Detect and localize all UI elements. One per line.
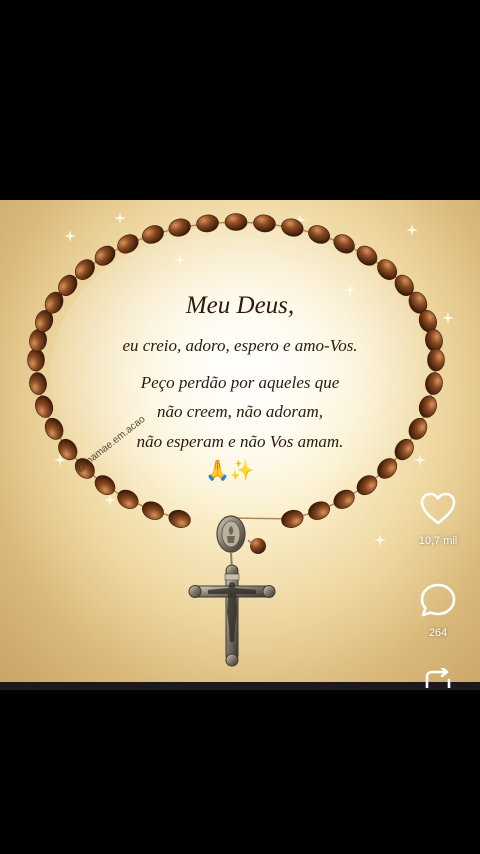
repost-icon [425,666,451,690]
rosary-bead [29,372,47,395]
prayer-line-3: não creem, não adoram, [156,402,324,421]
like-button[interactable]: 10,7 mil [416,492,460,547]
comment-button[interactable]: 264 [416,582,460,639]
post-image[interactable]: @mamae.em.acao Meu Deus, eu creio, adoro… [0,200,480,682]
sparkle [406,224,418,236]
crucifix [188,564,276,667]
prayer-line-1: eu creio, adoro, espero e amo-Vos. [122,336,358,355]
heart-outline-icon [420,492,456,525]
medal [216,515,246,553]
sparkle [374,534,386,546]
comment-count: 264 [428,627,448,639]
sparkle [64,230,76,242]
prayer-emojis: 🙏✨ [205,460,255,482]
sparkle [414,454,426,466]
rosary-bead [35,395,54,418]
like-count: 10,7 mil [418,535,458,547]
sparkle [104,494,116,506]
pendant-bead [250,538,266,554]
sparkle [442,312,454,324]
rosary-bead [427,348,445,372]
sparkle [114,212,126,224]
video-progress-track [0,682,480,690]
comment-bubble-icon [420,583,456,617]
rosary-bead [224,213,248,231]
prayer-title: Meu Deus, [185,292,295,319]
prayer-line-4: não esperam e não Vos amam. [136,432,344,451]
repost-button[interactable] [416,666,460,693]
rosary-bead [27,348,45,372]
prayer-line-2: Peço perdão por aqueles que [140,373,340,392]
